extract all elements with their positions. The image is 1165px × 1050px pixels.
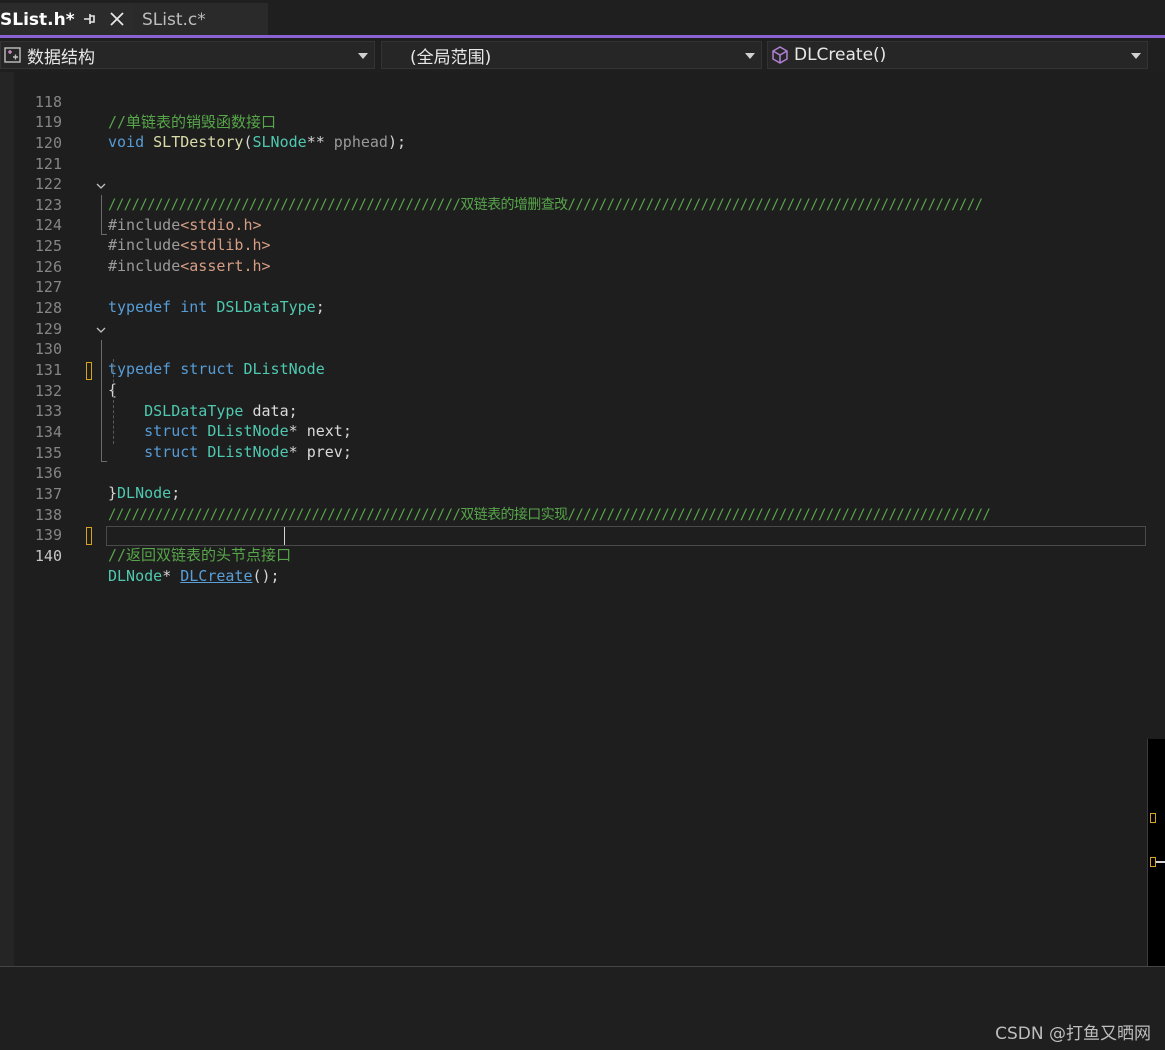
code-line: 122 ////////////////////////////////////… — [0, 154, 1145, 213]
code-line: 138 — [0, 485, 1145, 524]
fold-guide-end — [101, 234, 107, 235]
code-line: 132 DSLDataType data; — [0, 361, 1145, 420]
code-line: 139 //返回双链表的头节点接口 — [0, 505, 1145, 564]
member-dropdown[interactable]: DLCreate() — [767, 41, 1148, 69]
code-editor[interactable]: 118 //单链表的销毁函数接口 119 void SLTDestory(SLN… — [0, 72, 1165, 966]
code-line: 128 — [0, 278, 1145, 317]
tab-slist-c[interactable]: SList.c* — [134, 3, 268, 36]
operator: * — [162, 567, 172, 585]
member-name: DLCreate() — [794, 45, 887, 65]
bottom-panel — [0, 967, 1165, 1050]
code-line: 124 #include<stdlib.h> — [0, 195, 1145, 254]
code-line: 133 struct DListNode* next; — [0, 381, 1145, 440]
close-icon[interactable] — [108, 10, 126, 28]
project-name: 数据结构 — [27, 47, 95, 68]
code-line: 127 typedef int DSLDataType; — [0, 257, 1145, 316]
change-marker — [86, 362, 92, 380]
project-icon — [4, 47, 21, 63]
function-name: DLCreate — [180, 567, 253, 585]
collapse-icon[interactable] — [95, 180, 107, 192]
code-line-current: 140 DLNode* DLCreate(); — [0, 526, 1145, 585]
code-line: 134 struct DListNode* prev; — [0, 402, 1145, 461]
change-marker — [86, 527, 92, 545]
type-name: DLNode — [108, 567, 163, 585]
scope-name: (全局范围) — [410, 47, 492, 68]
tab-title: SList.c* — [142, 9, 206, 30]
line-number: 140 — [34, 547, 62, 565]
fold-guide — [101, 340, 102, 461]
scope-dropdown[interactable]: (全局范围) — [381, 41, 762, 69]
pin-icon[interactable] — [82, 11, 96, 27]
caret-position-marker — [1156, 861, 1165, 863]
code-line: 129 — [0, 299, 1145, 338]
scrollbar-overview[interactable] — [1147, 739, 1165, 966]
text-caret — [284, 527, 285, 545]
tab-title: SList.h* — [0, 9, 75, 30]
chevron-down-icon — [745, 53, 755, 59]
tab-slist-h[interactable]: SList.h* — [0, 3, 134, 36]
fold-guide — [101, 195, 102, 234]
chevron-down-icon — [358, 53, 368, 59]
code-line: 126 — [0, 237, 1145, 276]
method-cube-icon — [772, 46, 788, 64]
punctuation: (); — [252, 567, 280, 585]
code-line: 120 — [0, 113, 1145, 152]
comment: //返回双链表的头节点接口 — [108, 546, 292, 564]
code-line: 121 — [0, 134, 1145, 173]
code-line: 118 //单链表的销毁函数接口 — [0, 72, 1145, 131]
code-line: 137 ////////////////////////////////////… — [0, 464, 1145, 523]
code-line: 125 #include<assert.h> — [0, 216, 1145, 275]
chevron-down-icon — [1131, 53, 1141, 59]
code-line: 119 void SLTDestory(SLNode** pphead); — [0, 92, 1145, 151]
indent-guide — [113, 359, 114, 444]
code-line: 131 { — [0, 340, 1145, 399]
code-line: 130 typedef struct DListNode — [0, 319, 1145, 378]
collapse-icon[interactable] — [95, 324, 107, 336]
navigation-bar: 数据结构 (全局范围) DLCreate() — [0, 38, 1165, 72]
watermark: CSDN @打鱼又晒网 — [995, 1024, 1151, 1044]
document-tab-strip: SList.h* SList.c* — [0, 0, 1165, 36]
code-line: 136 }DLNode; — [0, 443, 1145, 502]
code-line: 135 — [0, 423, 1145, 462]
project-dropdown[interactable]: 数据结构 — [0, 41, 375, 69]
change-marker — [1150, 813, 1156, 823]
fold-guide-end — [101, 461, 107, 462]
code-line: 123 #include<stdio.h> — [0, 175, 1145, 234]
